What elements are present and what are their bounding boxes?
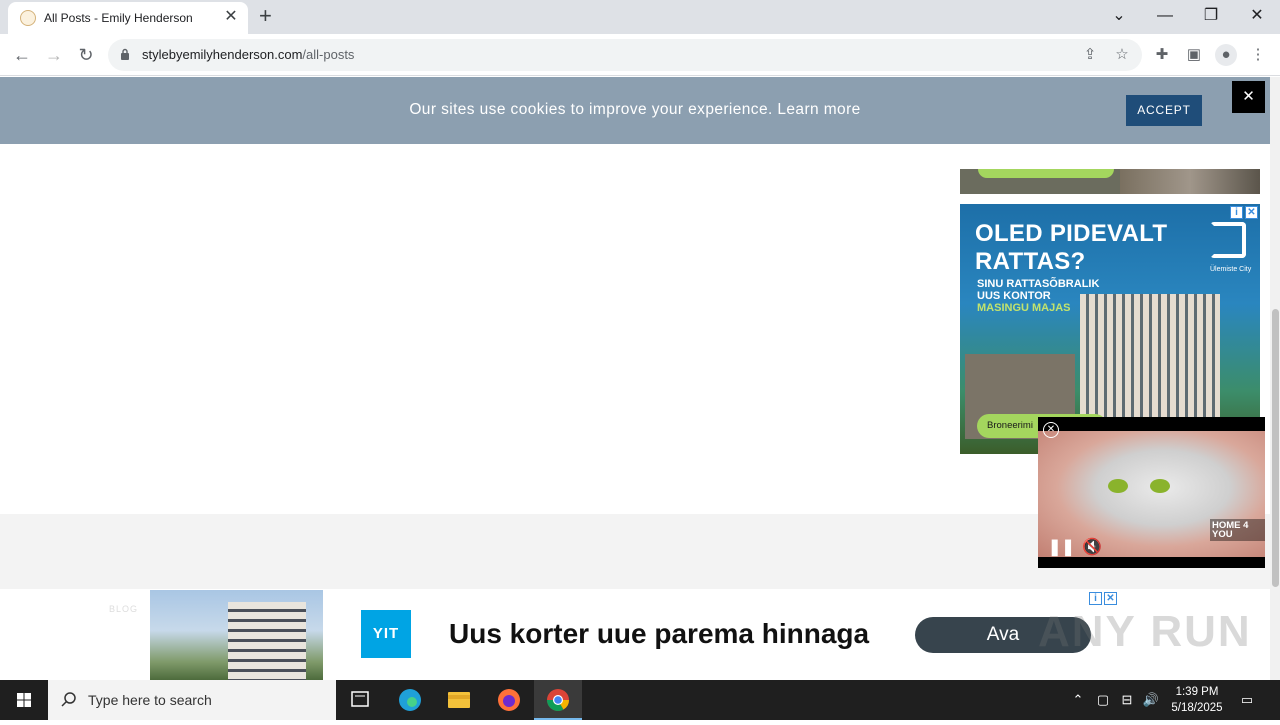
tray-device-icon[interactable]: ▢ bbox=[1094, 691, 1112, 709]
page-scrollbar[interactable] bbox=[1270, 77, 1280, 680]
edge-taskbar-button[interactable] bbox=[386, 680, 434, 720]
clock[interactable]: 1:39 PM 5/18/2025 bbox=[1166, 684, 1228, 716]
tab-close-icon[interactable]: ✕ bbox=[222, 8, 240, 26]
video-brand-label: HOME 4 YOU bbox=[1210, 519, 1265, 541]
edge-icon bbox=[399, 689, 421, 711]
scrollbar-thumb[interactable] bbox=[1272, 309, 1279, 587]
start-button[interactable] bbox=[0, 680, 48, 720]
url-text: stylebyemilyhenderson.com/all-posts bbox=[142, 47, 355, 62]
firefox-icon bbox=[498, 689, 520, 711]
windows-taskbar: Type here to search ⌃ ▢ ⊟ 🔊 1:39 PM 5/18… bbox=[0, 680, 1280, 720]
tab-title: All Posts - Emily Henderson bbox=[44, 11, 193, 25]
tab-strip: All Posts - Emily Henderson ✕ + ⌄ — ❐ ✕ bbox=[0, 0, 1280, 34]
ad-headline: OLED PIDEVALT RATTAS? bbox=[975, 220, 1168, 275]
chrome-taskbar-button[interactable] bbox=[534, 680, 582, 720]
anyrun-watermark: ANY RUN bbox=[1038, 607, 1252, 656]
video-shape bbox=[1150, 479, 1170, 493]
banner-headline: Uus korter uue parema hinnaga bbox=[449, 618, 870, 649]
notifications-icon[interactable]: ▭ bbox=[1238, 691, 1256, 709]
address-bar[interactable]: stylebyemilyhenderson.com/all-posts bbox=[108, 39, 1142, 71]
cookie-banner: Our sites use cookies to improve your ex… bbox=[0, 77, 1270, 144]
page-content: Our sites use cookies to improve your ex… bbox=[0, 77, 1270, 680]
bookmark-star-icon[interactable]: ☆ bbox=[1111, 44, 1133, 66]
task-view-button[interactable] bbox=[336, 680, 384, 720]
browser-toolbar: ← → ↻ stylebyemilyhenderson.com/all-post… bbox=[0, 34, 1280, 76]
folder-icon bbox=[448, 692, 470, 708]
chrome-icon bbox=[547, 689, 569, 711]
ad-building-image bbox=[1080, 294, 1220, 424]
side-ad-top-fragment[interactable] bbox=[960, 169, 1260, 194]
share-icon[interactable]: ⇪ bbox=[1079, 44, 1101, 66]
ulemiste-logo-icon bbox=[1210, 222, 1246, 258]
cookie-message[interactable]: Our sites use cookies to improve your ex… bbox=[0, 101, 1270, 119]
extensions-icon[interactable]: ✚ bbox=[1151, 44, 1173, 66]
file-explorer-button[interactable] bbox=[435, 680, 483, 720]
menu-kebab-icon[interactable]: ⋮ bbox=[1247, 44, 1269, 66]
adchoices-icon[interactable]: i bbox=[1089, 592, 1102, 605]
ad-close-icon[interactable]: ✕ bbox=[1104, 592, 1117, 605]
profile-avatar-icon[interactable]: ● bbox=[1215, 44, 1237, 66]
windows-logo-icon bbox=[17, 693, 31, 707]
network-icon[interactable]: ⊟ bbox=[1118, 691, 1136, 709]
mute-icon[interactable]: 🔇 bbox=[1082, 537, 1102, 557]
lock-icon bbox=[121, 48, 129, 60]
pause-icon[interactable]: ❚❚ bbox=[1048, 537, 1075, 557]
taskbar-search[interactable]: Type here to search bbox=[48, 680, 336, 720]
video-ad-player[interactable]: ✕ HOME 4 YOU ❚❚ 🔇 bbox=[1038, 417, 1265, 568]
new-tab-icon[interactable]: + bbox=[259, 5, 272, 27]
tab-search-icon[interactable]: ⌄ bbox=[1104, 4, 1134, 28]
adchoices-icon[interactable]: i bbox=[1230, 206, 1243, 219]
ad-pill-shape bbox=[978, 169, 1114, 178]
footer-faint-text: BLOG bbox=[109, 604, 139, 614]
window-close-icon[interactable]: ✕ bbox=[1242, 4, 1272, 28]
volume-icon[interactable]: 🔊 bbox=[1142, 691, 1160, 709]
forward-icon[interactable]: → bbox=[43, 44, 65, 66]
ad-subline: SINU RATTASÕBRALIK UUS KONTOR bbox=[977, 278, 1100, 302]
ad-close-icon[interactable]: ✕ bbox=[1245, 206, 1258, 219]
tray-overflow-icon[interactable]: ⌃ bbox=[1069, 691, 1087, 709]
video-shape bbox=[1108, 479, 1128, 493]
search-placeholder: Type here to search bbox=[88, 692, 212, 708]
minimize-icon[interactable]: — bbox=[1150, 4, 1180, 28]
banner-building-image bbox=[228, 602, 306, 680]
browser-tab[interactable]: All Posts - Emily Henderson ✕ bbox=[8, 2, 248, 34]
bottom-banner-ad[interactable]: YIT Uus korter uue parema hinnaga Ava i … bbox=[150, 590, 1120, 680]
ad-image-fragment bbox=[1120, 169, 1260, 194]
reload-icon[interactable]: ↻ bbox=[75, 44, 97, 66]
task-view-icon bbox=[351, 691, 369, 707]
ad-logo-text: Ülemiste City bbox=[1210, 266, 1252, 273]
cookie-accept-button[interactable]: ACCEPT bbox=[1126, 95, 1202, 126]
firefox-taskbar-button[interactable] bbox=[485, 680, 533, 720]
video-close-icon[interactable]: ✕ bbox=[1043, 422, 1059, 438]
site-favicon-icon bbox=[20, 10, 36, 26]
ad-subline-highlight: MASINGU MAJAS bbox=[977, 302, 1071, 314]
cookie-close-button[interactable]: ✕ bbox=[1232, 81, 1265, 113]
yit-logo: YIT bbox=[361, 610, 411, 658]
search-icon bbox=[61, 692, 76, 707]
side-panel-icon[interactable]: ▣ bbox=[1183, 44, 1205, 66]
back-icon[interactable]: ← bbox=[11, 44, 33, 66]
restore-icon[interactable]: ❐ bbox=[1196, 4, 1226, 28]
